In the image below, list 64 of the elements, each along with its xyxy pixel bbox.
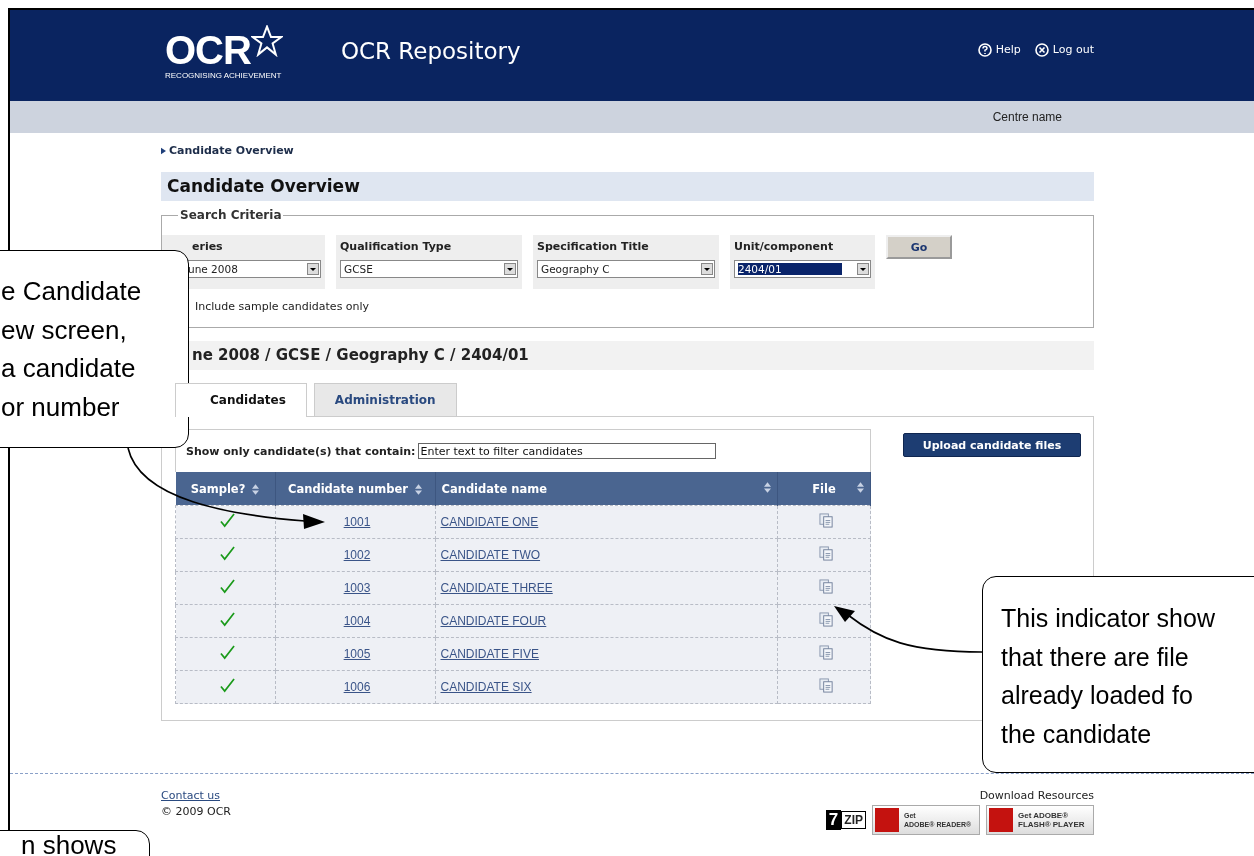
triangle-icon: [161, 146, 166, 155]
files-icon[interactable]: [818, 579, 834, 594]
logo-tagline: RECOGNISING ACHIEVEMENT: [165, 71, 283, 80]
callout-text: n shows: [20, 831, 118, 856]
files-icon[interactable]: [818, 678, 834, 693]
field-label: Specification Title: [537, 240, 650, 253]
sort-icon: [857, 482, 864, 493]
dropdown[interactable]: GCSE: [340, 260, 518, 278]
filter-label: Show only candidate(s) that contain:: [186, 444, 416, 458]
candidate-number-link[interactable]: 1003: [343, 581, 371, 595]
candidate-name-link[interactable]: CANDIDATE THREE: [440, 581, 553, 595]
files-icon[interactable]: [818, 612, 834, 627]
close-icon: [1034, 42, 1049, 57]
column-header[interactable]: File: [777, 472, 871, 506]
caret-icon: [857, 263, 869, 275]
candidate-name-link[interactable]: CANDIDATE SIX: [440, 680, 532, 694]
callout-text: This indicator show that there are file already loaded fo the candidate: [1000, 603, 1216, 750]
callout-text: e Candidate ew screen, a candidate or number: [0, 275, 143, 424]
candidate-number-link[interactable]: 1002: [343, 548, 371, 562]
upload-button[interactable]: Upload candidate files: [903, 433, 1081, 457]
search-criteria-legend: Search Criteria: [178, 208, 284, 222]
help-link[interactable]: Help: [977, 42, 1021, 57]
dropdown[interactable]: Geography C: [537, 260, 715, 278]
logout-link[interactable]: Log out: [1034, 42, 1094, 57]
go-button[interactable]: Go: [886, 235, 952, 259]
contact-link[interactable]: Contact us: [161, 789, 231, 802]
breadcrumb-link[interactable]: Candidate Overview: [169, 144, 294, 157]
field-label: eries: [192, 240, 224, 253]
site-title: OCR Repository: [340, 37, 521, 64]
star-icon: [250, 25, 283, 57]
column-header[interactable]: Sample?: [175, 472, 275, 506]
candidate-number-link[interactable]: 1006: [343, 680, 371, 694]
copyright: © 2009 OCR: [161, 805, 231, 818]
centre-name: Centre name: [992, 110, 1062, 124]
sort-icon: [252, 483, 260, 495]
candidate-number-link[interactable]: 1005: [343, 647, 371, 661]
sort-icon: [764, 482, 771, 493]
candidate-name-link[interactable]: CANDIDATE ONE: [440, 515, 539, 529]
candidate-number-link[interactable]: 1001: [343, 515, 371, 529]
resources-label: Download Resources: [979, 789, 1094, 802]
files-icon[interactable]: [818, 513, 834, 528]
filter-field[interactable]: Enter text to filter candidates: [417, 443, 716, 459]
sample-only-label: Include sample candidates only: [195, 300, 371, 313]
column-header[interactable]: Candidate name: [435, 472, 778, 506]
sort-icon: [414, 483, 422, 495]
field-label: Unit/component: [734, 240, 835, 253]
files-icon[interactable]: [818, 645, 834, 660]
column-header[interactable]: Candidate number: [275, 472, 435, 506]
caret-icon: [307, 263, 319, 275]
caret-icon: [504, 263, 516, 275]
page-title: Candidate Overview: [161, 172, 1094, 201]
help-icon: [977, 42, 992, 57]
candidate-name-link[interactable]: CANDIDATE FOUR: [440, 614, 547, 628]
caret-icon: [701, 263, 713, 275]
tab[interactable]: Candidates: [175, 383, 307, 417]
candidate-name-link[interactable]: CANDIDATE FIVE: [440, 647, 539, 661]
files-icon[interactable]: [818, 546, 834, 561]
dropdown[interactable]: 2404/01: [734, 260, 871, 278]
logo-wordmark: OCR: [165, 31, 251, 69]
candidate-name-link[interactable]: CANDIDATE TWO: [440, 548, 541, 562]
flash-badge[interactable]: Get ADOBE® FLASH® PLAYER: [986, 805, 1094, 835]
field-label: Qualification Type: [340, 240, 453, 253]
candidate-number-link[interactable]: 1004: [343, 614, 371, 628]
tab[interactable]: Administration: [313, 383, 457, 416]
